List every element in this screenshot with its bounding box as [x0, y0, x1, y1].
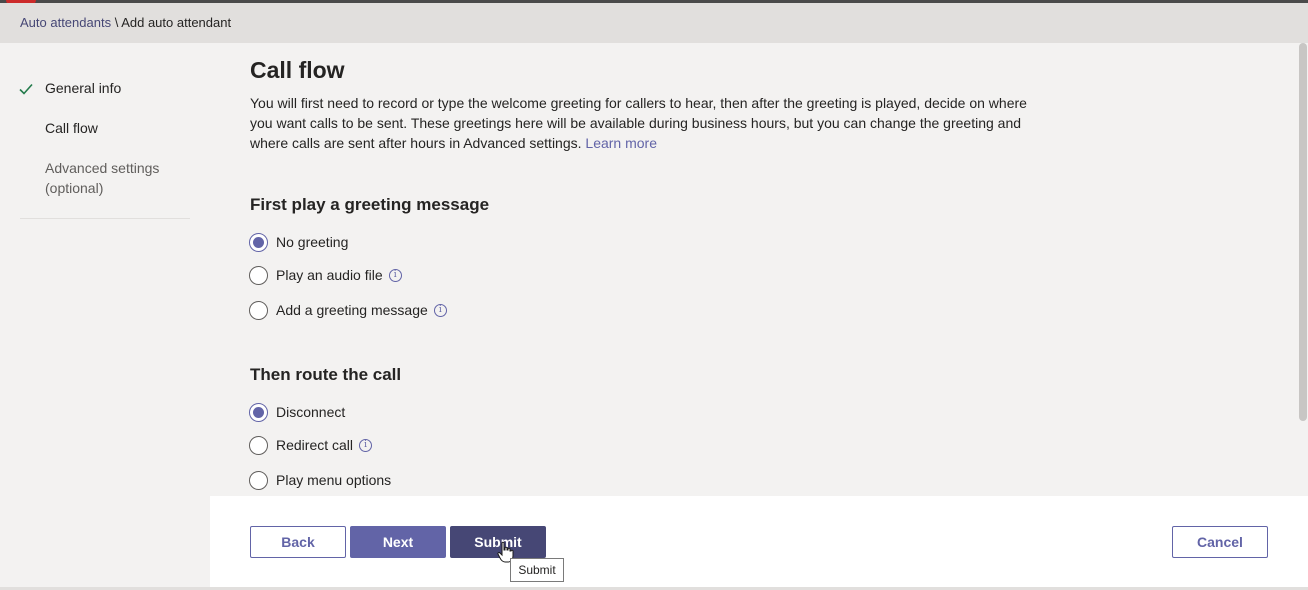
submit-tooltip: Submit [510, 558, 564, 582]
info-icon[interactable]: i [359, 438, 373, 452]
vertical-scrollbar[interactable] [1298, 43, 1308, 496]
radio-no-greeting[interactable]: No greeting [249, 232, 348, 252]
radio-button-selected[interactable] [249, 402, 268, 422]
sidebar-divider [20, 218, 190, 219]
radio-label: Play an audio file [276, 267, 383, 283]
breadcrumb: Auto attendants \ Add auto attendant [0, 3, 1308, 43]
checkmark-icon [19, 83, 33, 95]
wizard-steps-sidebar: General info Call flow Advanced settings… [0, 43, 210, 590]
cancel-button[interactable]: Cancel [1172, 526, 1268, 558]
main-content: Call flow You will first need to record … [210, 43, 1298, 496]
radio-label: Disconnect [276, 404, 346, 420]
breadcrumb-auto-attendants-link[interactable]: Auto attendants [20, 15, 111, 30]
breadcrumb-current: Add auto attendant [121, 15, 232, 30]
wizard-footer: Back Next Submit Cancel Submit [210, 496, 1308, 587]
radio-play-menu-options[interactable]: Play menu options [249, 470, 391, 490]
radio-button[interactable] [249, 300, 268, 320]
greeting-section-title: First play a greeting message [250, 195, 490, 214]
step-advanced-settings[interactable]: Advanced settings (optional) [45, 158, 195, 198]
radio-redirect-call[interactable]: Redirect call i [249, 435, 373, 455]
step-general-info[interactable]: General info [45, 78, 195, 98]
radio-button[interactable] [249, 470, 268, 490]
next-button[interactable]: Next [350, 526, 446, 558]
radio-disconnect[interactable]: Disconnect [249, 402, 345, 422]
route-section-title: Then route the call [250, 365, 402, 384]
step-call-flow[interactable]: Call flow [45, 118, 195, 138]
radio-button[interactable] [249, 435, 268, 455]
radio-label: Play menu options [276, 472, 392, 488]
radio-button[interactable] [249, 265, 268, 285]
back-button[interactable]: Back [250, 526, 346, 558]
breadcrumb-separator: \ [111, 15, 122, 30]
radio-label: No greeting [276, 234, 349, 250]
info-icon[interactable]: i [388, 268, 402, 282]
description: You will first need to record or type th… [250, 93, 1040, 153]
scrollbar-thumb[interactable] [1299, 43, 1307, 421]
radio-button-selected[interactable] [249, 232, 268, 252]
radio-play-audio-file[interactable]: Play an audio file i [249, 265, 402, 285]
learn-more-link[interactable]: Learn more [585, 135, 657, 151]
page-title: Call flow [250, 57, 345, 83]
radio-label: Redirect call [276, 437, 354, 453]
radio-add-greeting-message[interactable]: Add a greeting message i [249, 300, 447, 320]
info-icon[interactable]: i [433, 303, 447, 317]
radio-label: Add a greeting message [276, 302, 428, 318]
